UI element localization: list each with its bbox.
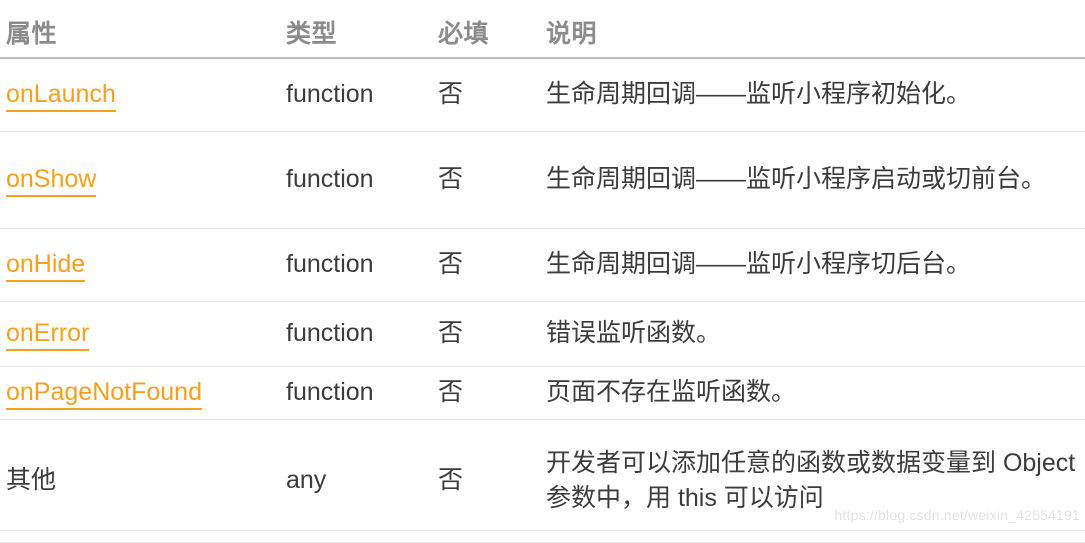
cell-required: 否 bbox=[432, 131, 540, 229]
table-header-row: 属性 类型 必填 说明 bbox=[0, 0, 1085, 59]
table-header: 属性 类型 必填 说明 bbox=[0, 0, 1085, 59]
column-header-description: 说明 bbox=[540, 0, 1085, 59]
table-row: 其他 any 否 开发者可以添加任意的函数或数据变量到 Object 参数中，用… bbox=[0, 419, 1085, 543]
property-link-onshow[interactable]: onShow bbox=[6, 164, 97, 198]
column-header-property: 属性 bbox=[0, 0, 280, 59]
property-label-other: 其他 bbox=[6, 466, 57, 495]
cell-description: 生命周期回调——监听小程序初始化。 bbox=[540, 58, 1085, 132]
cell-description: 页面不存在监听函数。 bbox=[540, 366, 1085, 420]
column-header-type: 类型 bbox=[280, 0, 432, 59]
property-link-onlaunch[interactable]: onLaunch bbox=[6, 79, 116, 113]
column-header-required: 必填 bbox=[432, 0, 540, 59]
table-row: onLaunch function 否 生命周期回调——监听小程序初始化。 bbox=[0, 58, 1085, 132]
cell-type: function bbox=[280, 366, 432, 420]
cell-required: 否 bbox=[432, 228, 540, 302]
table-row: onError function 否 错误监听函数。 bbox=[0, 301, 1085, 367]
cell-required: 否 bbox=[432, 366, 540, 420]
cell-description: 开发者可以添加任意的函数或数据变量到 Object 参数中，用 this 可以访… bbox=[540, 419, 1085, 543]
cell-required: 否 bbox=[432, 58, 540, 132]
cell-property: onLaunch bbox=[0, 58, 280, 132]
property-link-onpagenotfound[interactable]: onPageNotFound bbox=[6, 377, 202, 411]
cell-property: onError bbox=[0, 301, 280, 367]
property-link-onhide[interactable]: onHide bbox=[6, 249, 86, 283]
cell-property: 其他 bbox=[0, 419, 280, 543]
cell-type: function bbox=[280, 301, 432, 367]
cell-type: any bbox=[280, 419, 432, 543]
cell-property: onPageNotFound bbox=[0, 366, 280, 420]
table-row: onHide function 否 生命周期回调——监听小程序切后台。 bbox=[0, 228, 1085, 302]
table-bottom-rule bbox=[0, 530, 1085, 531]
property-link-onerror[interactable]: onError bbox=[6, 318, 90, 352]
cell-type: function bbox=[280, 131, 432, 229]
cell-description: 生命周期回调——监听小程序切后台。 bbox=[540, 228, 1085, 302]
cell-required: 否 bbox=[432, 301, 540, 367]
cell-type: function bbox=[280, 58, 432, 132]
table-row: onShow function 否 生命周期回调——监听小程序启动或切前台。 bbox=[0, 131, 1085, 229]
api-parameter-table: 属性 类型 必填 说明 onLaunch function 否 生命周期回调——… bbox=[0, 0, 1085, 543]
cell-property: onShow bbox=[0, 131, 280, 229]
table-row: onPageNotFound function 否 页面不存在监听函数。 bbox=[0, 366, 1085, 420]
cell-description: 错误监听函数。 bbox=[540, 301, 1085, 367]
cell-description: 生命周期回调——监听小程序启动或切前台。 bbox=[540, 131, 1085, 229]
table-body: onLaunch function 否 生命周期回调——监听小程序初始化。 on… bbox=[0, 58, 1085, 543]
cell-type: function bbox=[280, 228, 432, 302]
cell-property: onHide bbox=[0, 228, 280, 302]
cell-required: 否 bbox=[432, 419, 540, 543]
